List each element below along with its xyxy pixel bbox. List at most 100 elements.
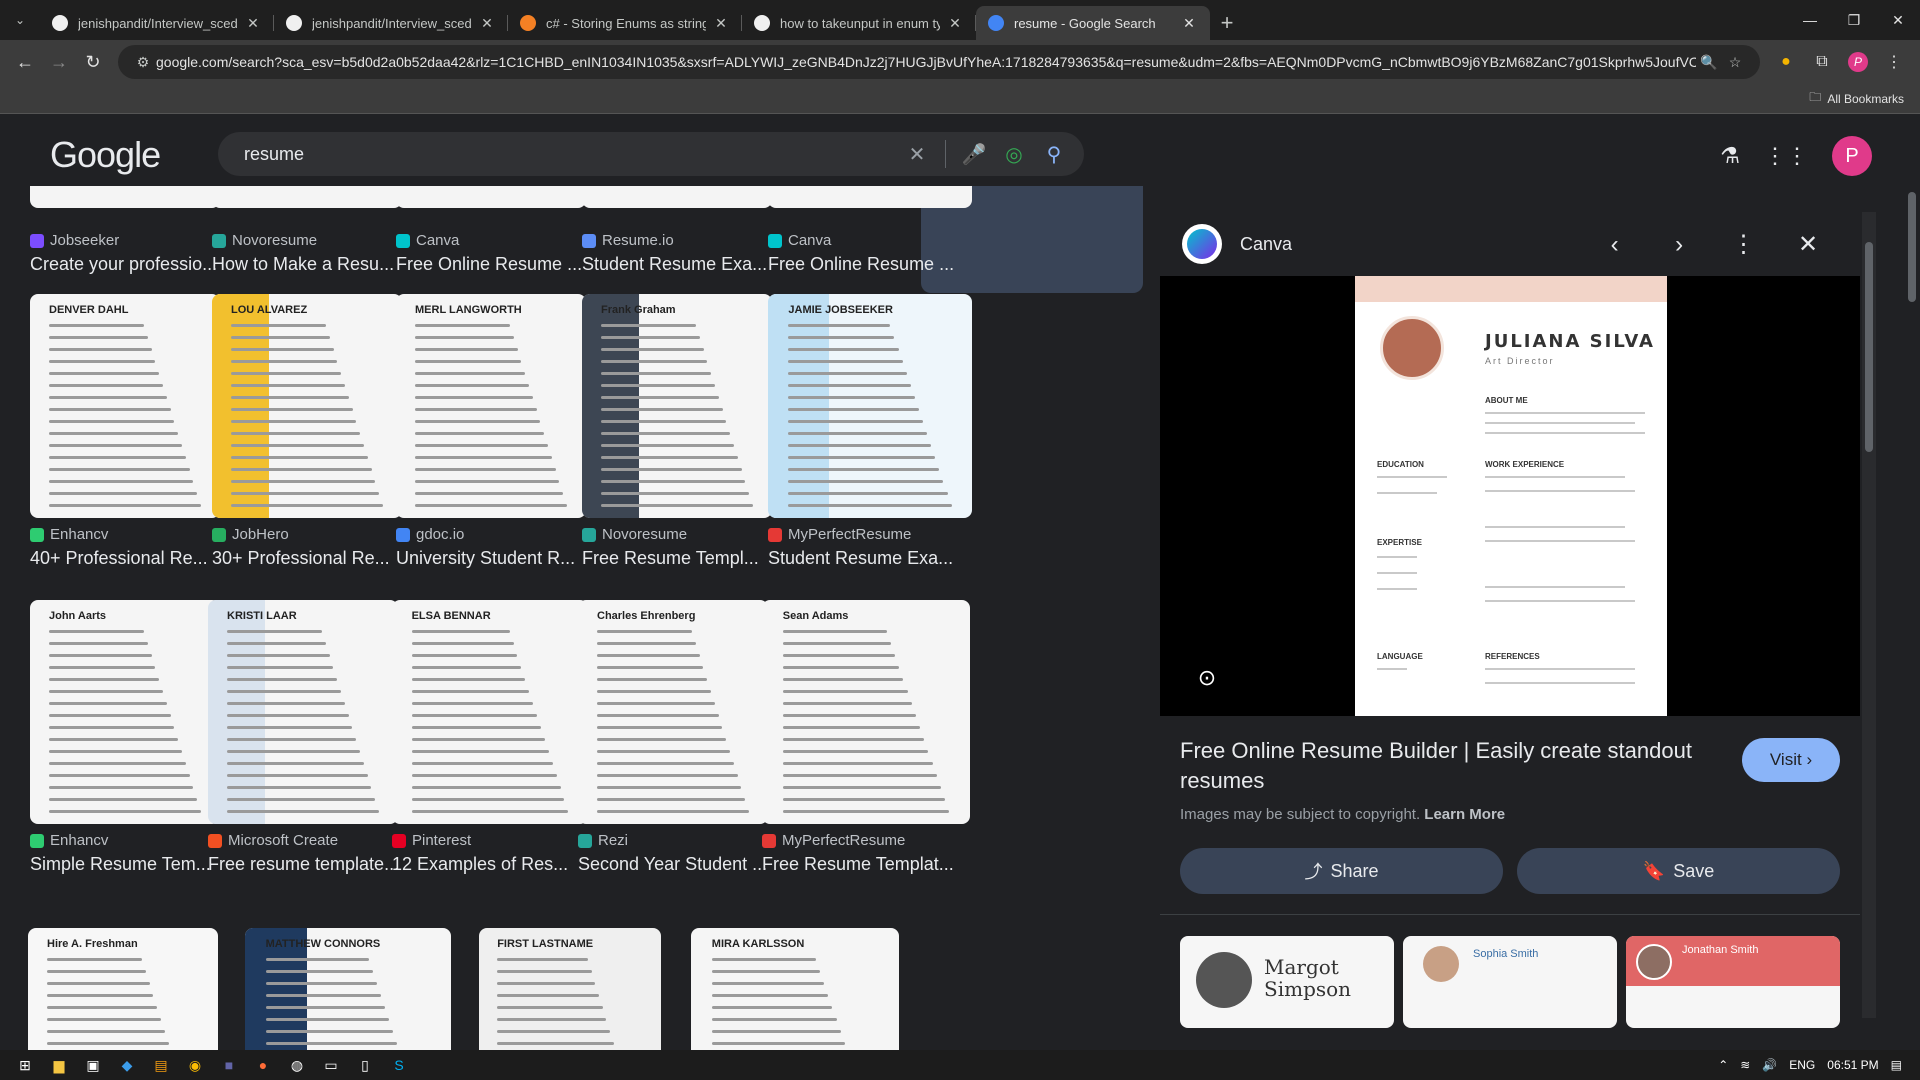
forward-icon[interactable]: → xyxy=(42,45,76,79)
teams-icon[interactable]: ■ xyxy=(212,1050,246,1080)
address-bar[interactable]: ⚙ google.com/search?sca_esv=b5d0d2a0b52d… xyxy=(118,45,1760,79)
result-source[interactable]: JobHero xyxy=(212,526,289,543)
restore-icon[interactable]: ❐ xyxy=(1832,0,1876,40)
reload-icon[interactable]: ↻ xyxy=(76,45,110,79)
result-source[interactable]: MyPerfectResume xyxy=(762,832,905,849)
result-thumbnail[interactable]: MERL LANGWORTH xyxy=(396,294,586,518)
bookmark-star-icon[interactable]: ☆ xyxy=(1722,54,1748,71)
skype-icon[interactable]: S xyxy=(382,1050,416,1080)
result-source[interactable]: Enhancv xyxy=(30,526,108,543)
result-thumbnail[interactable] xyxy=(582,186,772,208)
result-source[interactable]: Novoresume xyxy=(582,526,687,543)
voice-search-icon[interactable]: 🎤 xyxy=(954,142,994,167)
close-tab-icon[interactable]: ✕ xyxy=(1180,15,1198,32)
result-title[interactable]: Second Year Student ... xyxy=(578,854,778,875)
notifications-icon[interactable]: ▤ xyxy=(1891,1058,1902,1072)
result-thumbnail[interactable]: Charles Ehrenberg xyxy=(578,600,768,824)
result-title[interactable]: Free Online Resume ... xyxy=(768,254,968,275)
related-image[interactable]: Sophia Smith xyxy=(1403,936,1617,1028)
close-tab-icon[interactable]: ✕ xyxy=(244,15,262,32)
save-button[interactable]: 🔖 Save xyxy=(1517,848,1840,894)
related-image[interactable]: Margot Simpson xyxy=(1180,936,1394,1028)
panel-result-title[interactable]: Free Online Resume Builder | Easily crea… xyxy=(1180,736,1740,796)
result-source[interactable]: Rezi xyxy=(578,832,628,849)
chrome-menu-icon[interactable]: ⋮ xyxy=(1876,52,1912,72)
url-text[interactable]: google.com/search?sca_esv=b5d0d2a0b52daa… xyxy=(156,54,1696,70)
apps-grid-icon[interactable]: ⋮⋮ xyxy=(1764,143,1808,169)
close-tab-icon[interactable]: ✕ xyxy=(712,15,730,32)
result-title[interactable]: Free resume template... xyxy=(208,854,408,875)
result-title[interactable]: University Student R... xyxy=(396,548,596,569)
result-thumbnail[interactable]: DENVER DAHL xyxy=(30,294,220,518)
back-icon[interactable]: ← xyxy=(8,45,42,79)
lens-icon[interactable]: ⊙ xyxy=(1190,661,1224,695)
notepad-icon[interactable]: ▭ xyxy=(314,1050,348,1080)
result-thumbnail[interactable]: Sean Adams xyxy=(762,600,970,824)
wifi-icon[interactable]: ≋ xyxy=(1740,1058,1750,1072)
result-thumbnail[interactable]: ELSA BENNAR xyxy=(392,600,588,824)
extension-icon[interactable]: ● xyxy=(1768,53,1804,71)
panel-scrollbar[interactable] xyxy=(1862,212,1876,1018)
result-thumbnail[interactable]: MATTHEW CONNORS xyxy=(245,928,451,1050)
file-explorer-icon[interactable]: ▆ xyxy=(42,1050,76,1080)
result-title[interactable]: Free Resume Templ... xyxy=(582,548,782,569)
tray-chevron-icon[interactable]: ⌃ xyxy=(1718,1058,1728,1072)
result-thumbnail[interactable]: John Aarts xyxy=(30,600,220,824)
result-title[interactable]: 40+ Professional Re... xyxy=(30,548,230,569)
browser-tab[interactable]: jenishpandit/Interview_scedular ✕ xyxy=(274,6,508,40)
labs-flask-icon[interactable]: ⚗ xyxy=(1720,143,1740,169)
page-scrollbar[interactable] xyxy=(1906,186,1918,1050)
related-image[interactable]: Jonathan Smith xyxy=(1626,936,1840,1028)
result-source[interactable]: Enhancv xyxy=(30,832,108,849)
profile-avatar[interactable]: P xyxy=(1840,52,1876,72)
browser-tab[interactable]: c# - Storing Enums as strings in ✕ xyxy=(508,6,742,40)
clock[interactable]: 06:51 PM xyxy=(1827,1058,1878,1072)
chrome-icon[interactable]: ◉ xyxy=(178,1050,212,1080)
search-submit-icon[interactable]: ⚲ xyxy=(1034,142,1074,167)
result-thumbnail[interactable] xyxy=(396,186,586,208)
result-title[interactable]: Free Online Resume ... xyxy=(396,254,596,275)
close-window-icon[interactable]: ✕ xyxy=(1876,0,1920,40)
windows-start-icon[interactable]: ⊞ xyxy=(8,1050,42,1080)
result-thumbnail[interactable] xyxy=(212,186,402,208)
result-thumbnail[interactable] xyxy=(768,186,972,208)
account-avatar[interactable]: P xyxy=(1832,136,1872,176)
result-source[interactable]: Canva xyxy=(768,232,831,249)
learn-more-link[interactable]: Learn More xyxy=(1424,806,1505,823)
result-thumbnail[interactable]: JAMIE JOBSEEKER xyxy=(768,294,972,518)
result-title[interactable]: Free Resume Templat... xyxy=(762,854,962,875)
extensions-puzzle-icon[interactable]: ⧉ xyxy=(1804,53,1840,71)
more-options-icon[interactable]: ⋮ xyxy=(1714,230,1774,259)
result-source[interactable]: gdoc.io xyxy=(396,526,464,543)
result-thumbnail[interactable]: Frank Graham xyxy=(582,294,772,518)
result-thumbnail[interactable]: KRISTI LAAR xyxy=(208,600,398,824)
all-bookmarks-link[interactable]: All Bookmarks xyxy=(1827,92,1904,106)
result-title[interactable]: 30+ Professional Re... xyxy=(212,548,412,569)
close-tab-icon[interactable]: ✕ xyxy=(946,15,964,32)
new-tab-button[interactable]: + xyxy=(1210,6,1244,40)
browser-tab[interactable]: jenishpandit/Interview_scedular ✕ xyxy=(40,6,274,40)
panel-source[interactable]: Canva xyxy=(1240,234,1585,255)
result-thumbnail[interactable]: LOU ALVAREZ xyxy=(212,294,402,518)
next-chevron-icon[interactable]: › xyxy=(1649,231,1709,259)
result-thumbnail[interactable]: MIRA KARLSSON xyxy=(691,928,899,1050)
result-thumbnail[interactable]: FIRST LASTNAME xyxy=(479,928,661,1050)
tab-search-chevron-icon[interactable]: ⌄ xyxy=(0,0,40,40)
result-source[interactable]: Resume.io xyxy=(582,232,674,249)
previous-chevron-icon[interactable]: ‹ xyxy=(1585,231,1645,259)
app-icon[interactable]: ▯ xyxy=(348,1050,382,1080)
browser-tab[interactable]: resume - Google Search ✕ xyxy=(976,6,1210,40)
close-tab-icon[interactable]: ✕ xyxy=(478,15,496,32)
result-title[interactable]: Create your professio... xyxy=(30,254,230,275)
postman-icon[interactable]: ● xyxy=(246,1050,280,1080)
clear-search-icon[interactable]: ✕ xyxy=(897,142,937,167)
minimize-icon[interactable]: — xyxy=(1788,0,1832,40)
vscode-icon[interactable]: ◆ xyxy=(110,1050,144,1080)
browser-tab[interactable]: how to takeunput in enum type ✕ xyxy=(742,6,976,40)
result-thumbnail[interactable]: Hire A. Freshman xyxy=(28,928,218,1050)
close-panel-icon[interactable]: ✕ xyxy=(1778,230,1838,259)
result-title[interactable]: Student Resume Exa... xyxy=(768,548,968,569)
result-source[interactable]: Pinterest xyxy=(392,832,471,849)
result-source[interactable]: Jobseeker xyxy=(30,232,119,249)
language-indicator[interactable]: ENG xyxy=(1789,1058,1815,1072)
